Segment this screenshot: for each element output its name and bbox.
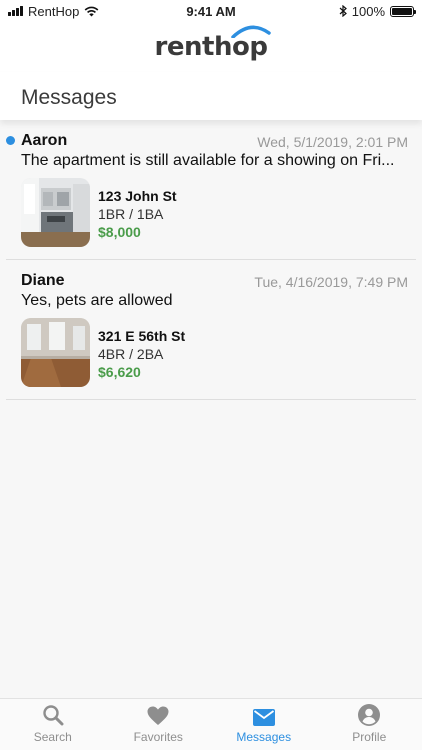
tab-bar: Search Favorites Messages Profile <box>0 698 422 750</box>
listing-address: 321 E 56th St <box>98 328 186 344</box>
status-bar: RentHop 9:41 AM 100% <box>0 0 422 22</box>
listing-address: 123 John St <box>98 188 177 204</box>
bluetooth-icon <box>339 5 347 17</box>
tab-profile[interactable]: Profile <box>317 699 422 750</box>
user-icon <box>358 704 381 726</box>
battery-percent: 100% <box>351 3 385 19</box>
listing-thumbnail[interactable] <box>21 178 90 247</box>
battery-icon <box>390 5 416 17</box>
message-date: Wed, 5/1/2019, 2:01 PM <box>257 134 408 150</box>
tab-label: Search <box>33 730 72 744</box>
envelope-icon <box>252 709 275 726</box>
heart-icon <box>147 706 169 725</box>
listing-photo-living-room <box>21 318 90 387</box>
listing-photo-kitchen <box>21 178 90 247</box>
unread-indicator <box>6 136 15 145</box>
message-item[interactable]: Diane Tue, 4/16/2019, 7:49 PM Yes, pets … <box>6 260 416 400</box>
search-icon <box>43 705 64 726</box>
carrier-name: RentHop <box>28 3 80 19</box>
tab-search[interactable]: Search <box>0 699 106 750</box>
tab-label: Profile <box>352 730 387 744</box>
status-left: RentHop <box>8 4 99 19</box>
message-list: Aaron Wed, 5/1/2019, 2:01 PM The apartme… <box>0 120 422 400</box>
tab-label: Favorites <box>133 730 183 744</box>
sender-name: Diane <box>21 272 65 289</box>
wifi-icon <box>84 6 99 16</box>
app-header: renthop <box>0 22 422 72</box>
status-right: 100% <box>339 3 416 19</box>
message-date: Tue, 4/16/2019, 7:49 PM <box>254 274 408 290</box>
message-preview: Yes, pets are allowed <box>21 292 173 309</box>
listing-thumbnail[interactable] <box>21 318 90 387</box>
renthop-logo: renthop <box>155 25 272 62</box>
sender-name: Aaron <box>21 132 68 149</box>
tab-messages[interactable]: Messages <box>211 699 317 750</box>
listing-beds-baths: 4BR / 2BA <box>98 346 164 362</box>
logo-arc-icon <box>231 25 272 38</box>
title-bar: Messages <box>0 72 422 120</box>
page-title: Messages <box>21 86 117 109</box>
listing-price: $6,620 <box>98 364 141 380</box>
tab-favorites[interactable]: Favorites <box>106 699 212 750</box>
listing-beds-baths: 1BR / 1BA <box>98 206 164 222</box>
tab-label: Messages <box>236 730 292 744</box>
message-item[interactable]: Aaron Wed, 5/1/2019, 2:01 PM The apartme… <box>6 120 416 260</box>
message-preview: The apartment is still available for a s… <box>21 152 395 169</box>
signal-icon <box>8 6 23 16</box>
listing-price: $8,000 <box>98 224 141 240</box>
